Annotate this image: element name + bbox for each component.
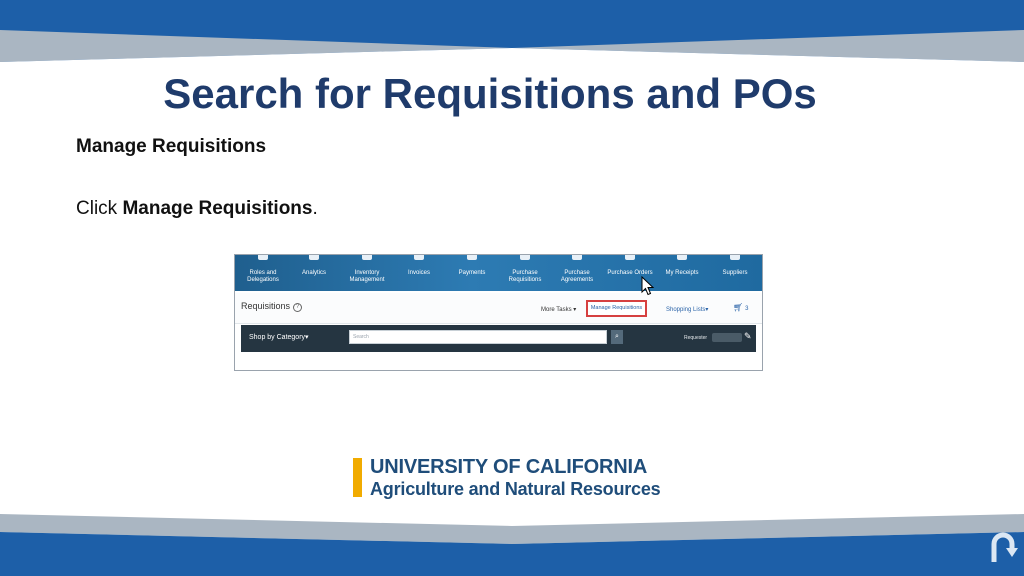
- shop-by-category-menu[interactable]: Shop by Category▾: [249, 333, 309, 341]
- procurement-nav: Roles and Delegations Analytics Inventor…: [235, 255, 762, 295]
- nav-inventory-management[interactable]: Inventory Management: [343, 255, 391, 291]
- mouse-pointer-icon: [641, 276, 655, 296]
- search-input[interactable]: Search: [349, 330, 607, 344]
- payments-icon: [467, 255, 477, 260]
- requisitions-heading: Requisitions?: [241, 301, 303, 312]
- more-tasks-menu[interactable]: More Tasks ▾: [541, 306, 576, 313]
- suppliers-icon: [730, 255, 740, 260]
- shopping-lists-label: Shopping Lists: [666, 307, 706, 313]
- nav-label: Invoices: [407, 270, 430, 276]
- inventory-icon: [362, 255, 372, 260]
- nav-purchase-agreements[interactable]: Purchase Agreements: [553, 255, 601, 291]
- receipts-icon: [677, 255, 687, 260]
- chevron-down-icon: ▾: [573, 307, 577, 313]
- logo-university-name: UNIVERSITY OF CALIFORNIA: [370, 456, 648, 478]
- instruction-target: Manage Requisitions: [122, 198, 313, 219]
- cart-count: 3: [745, 306, 749, 312]
- nav-label: Purchase Agreements: [560, 270, 594, 283]
- app-screenshot: Roles and Delegations Analytics Inventor…: [234, 254, 763, 371]
- nav-label: Payments: [458, 270, 486, 276]
- cart-icon: 🛒︎: [733, 303, 744, 312]
- top-banner: [0, 0, 1024, 70]
- requester-label: Requester: [684, 335, 708, 341]
- instruction-prefix: Click: [76, 198, 123, 219]
- nav-purchase-requisitions[interactable]: Purchase Requisitions: [501, 255, 549, 295]
- nav-invoices[interactable]: Invoices: [395, 255, 443, 291]
- shopping-lists-menu[interactable]: Shopping Lists▾: [666, 306, 708, 313]
- help-icon[interactable]: ?: [293, 303, 303, 312]
- chevron-down-icon: ▾: [705, 307, 709, 313]
- nav-suppliers[interactable]: Suppliers: [711, 255, 759, 291]
- section-heading: Manage Requisitions: [76, 136, 267, 157]
- orders-icon: [625, 255, 635, 260]
- cart-icon: [520, 255, 530, 260]
- nav-payments[interactable]: Payments: [448, 255, 496, 291]
- roles-icon: [258, 255, 268, 260]
- nav-label: Roles and Delegations: [247, 270, 279, 283]
- slide-title: Search for Requisitions and POs: [163, 70, 817, 117]
- search-icon[interactable]: ⌕: [611, 330, 623, 344]
- bottom-banner: [0, 514, 1024, 576]
- nav-label: Purchase Requisitions: [508, 270, 542, 283]
- nav-label: My Receipts: [665, 270, 699, 276]
- search-bar: Shop by Category▾ Search ⌕ Requester ✎: [241, 325, 756, 352]
- nav-analytics[interactable]: Analytics: [290, 255, 338, 291]
- nav-label: Analytics: [301, 270, 326, 276]
- manage-requisitions-link[interactable]: Manage Requisitions: [586, 300, 647, 317]
- analytics-icon: [309, 255, 319, 260]
- nav-roles-and-delegations[interactable]: Roles and Delegations: [239, 255, 287, 291]
- more-tasks-label: More Tasks: [541, 307, 572, 313]
- invoices-icon: [414, 255, 424, 260]
- agreements-icon: [572, 255, 582, 260]
- requester-field[interactable]: [712, 333, 742, 342]
- cart-button[interactable]: 🛒︎ 3: [733, 303, 749, 312]
- logo-division-name: Agriculture and Natural Resources: [370, 479, 661, 499]
- chevron-down-icon: ▾: [305, 334, 309, 341]
- nav-label: Inventory Management: [349, 270, 385, 283]
- nav-my-receipts[interactable]: My Receipts: [658, 255, 706, 291]
- return-arrow-icon[interactable]: [988, 530, 1018, 564]
- instruction-text: Click Manage Requisitions.: [76, 198, 318, 220]
- nav-label: Suppliers: [722, 270, 748, 276]
- requisitions-toolbar: Requisitions? More Tasks ▾ Manage Requis…: [235, 293, 762, 324]
- requisitions-title: Requisitions: [241, 301, 291, 311]
- pencil-icon[interactable]: ✎: [744, 331, 752, 342]
- shop-by-category-label: Shop by Category: [249, 334, 306, 341]
- logo-accent-bar: [353, 458, 362, 497]
- instruction-suffix: .: [312, 198, 318, 219]
